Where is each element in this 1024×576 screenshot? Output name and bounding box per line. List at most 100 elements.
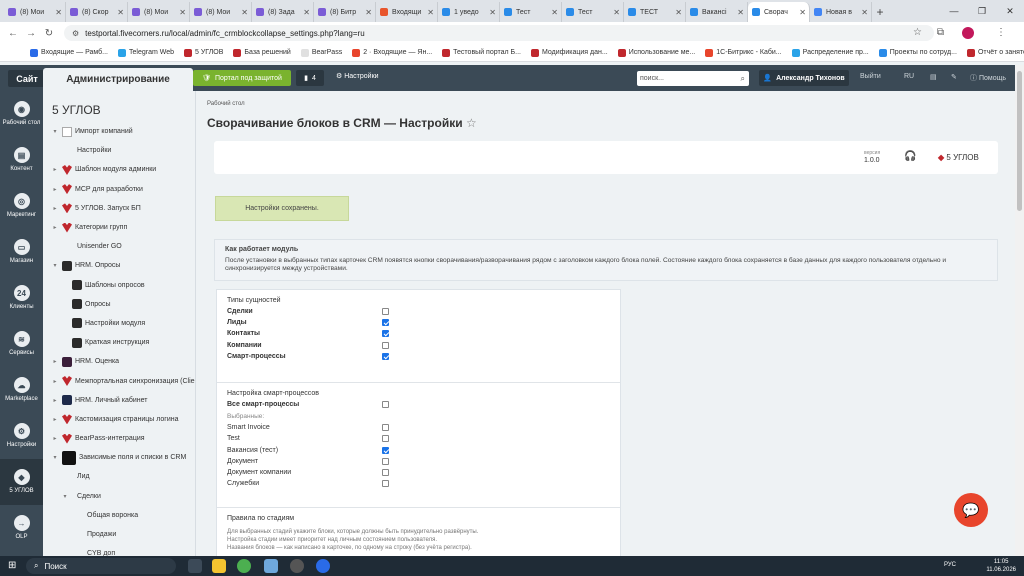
layout-icon[interactable]: ▤ [930,73,937,81]
url-input[interactable]: ⚙ testportal.fivecorners.ru/local/admin/… [64,25,934,41]
collapsed-arrow-icon[interactable]: ▸ [51,224,59,231]
browser-tab[interactable]: (8) Зада ✕ [252,2,314,22]
forward-icon[interactable]: → [22,28,40,39]
brand-link[interactable]: ◆ 5 УГЛОВ [938,153,979,162]
close-tab-icon[interactable]: ✕ [179,8,186,17]
collapsed-arrow-icon[interactable]: ▸ [51,397,59,404]
expanded-arrow-icon[interactable]: ▾ [51,454,59,461]
browser-menu-icon[interactable]: ⋮ [996,27,1006,38]
close-tab-icon[interactable]: ✕ [737,8,744,17]
tree-item[interactable]: ▾ Импорт компаний [43,122,195,141]
language-selector[interactable]: RU [904,73,914,80]
left-nav-item[interactable]: ≋ Сервисы [0,321,43,367]
extensions-icon[interactable]: ⧉ [937,27,944,38]
checkbox[interactable] [382,469,389,477]
help-link[interactable]: ⓘ Помощь [970,73,1006,83]
headset-icon[interactable]: 🎧 [904,151,916,162]
tree-item[interactable]: ▸ BearPass-интеграция [43,429,195,448]
browser-tab[interactable]: (8) Мои ✕ [4,2,66,22]
bookmark-item[interactable]: 5 УГЛОВ [184,48,223,57]
browser-tab[interactable]: Новая в ✕ [810,2,872,22]
task-view-icon[interactable] [188,559,202,573]
input-language[interactable]: РУС [944,562,956,568]
close-tab-icon[interactable]: ✕ [551,8,558,17]
tree-item[interactable]: Краткая инструкция [43,333,195,352]
browser-tab[interactable]: Тест ✕ [500,2,562,22]
left-nav-item[interactable]: 24 Клиенты [0,275,43,321]
bookmark-item[interactable]: База решений [233,48,291,57]
pin-icon[interactable]: ✎ [951,73,957,81]
tree-item[interactable]: ▸ Кастомизация страницы логина [43,410,195,429]
tree-item[interactable]: ▸ HRM. Личный кабинет [43,391,195,410]
left-nav-item[interactable]: ▭ Магазин [0,229,43,275]
minimize-icon[interactable]: — [940,0,968,22]
left-nav-item[interactable]: ◉ Рабочий стол [0,91,43,137]
browser-tab[interactable]: ТЕСТ ✕ [624,2,686,22]
search-icon[interactable]: ⌕ [741,74,745,84]
admin-search-input[interactable]: поиск... ⌕ [637,71,749,86]
bookmark-item[interactable]: Использование ме... [617,48,695,57]
checkbox[interactable] [382,435,389,443]
checkbox[interactable] [382,446,389,454]
checkbox[interactable] [382,341,389,349]
bookmark-item[interactable]: Тестовый портал Б... [442,48,521,57]
tree-item[interactable]: ▾ HRM. Опросы [43,256,195,275]
collapsed-arrow-icon[interactable]: ▸ [51,358,59,365]
close-tab-icon[interactable]: ✕ [427,8,434,17]
collapsed-arrow-icon[interactable]: ▸ [51,205,59,212]
left-nav-item[interactable]: ◆ 5 УГЛОВ [0,459,43,505]
checkbox[interactable] [382,319,389,327]
close-tab-icon[interactable]: ✕ [489,8,496,17]
tree-item[interactable]: ▸ HRM. Оценка [43,352,195,371]
bookmark-star-icon[interactable]: ☆ [913,27,922,38]
tree-item[interactable]: ▸ Шаблон модуля админки [43,160,195,179]
site-info-icon[interactable]: ⚙ [72,29,79,38]
browser-tab[interactable]: Вакансі ✕ [686,2,748,22]
browser-tab[interactable]: (8) Скор ✕ [66,2,128,22]
app-icon[interactable] [264,559,278,573]
chat-widget-icon[interactable]: 💬 [954,493,988,527]
smart-all-checkbox[interactable] [382,401,389,409]
tree-item[interactable]: Настройки модуля [43,314,195,333]
taskbar-search[interactable]: ⌕ Поиск [26,558,176,574]
expanded-arrow-icon[interactable]: ▾ [51,128,59,135]
bookmark-item[interactable]: 1С-Битрикс - Каби... [705,48,782,57]
tree-item[interactable]: Продажи [43,525,195,544]
expanded-arrow-icon[interactable]: ▾ [61,493,69,500]
browser-tab[interactable]: Тест ✕ [562,2,624,22]
tree-item[interactable]: ▸ MCP для разработки [43,180,195,199]
left-nav-item[interactable]: ▤ Контент [0,137,43,183]
checkbox[interactable] [382,308,389,316]
collapsed-arrow-icon[interactable]: ▸ [51,186,59,193]
page-scrollbar[interactable] [1015,65,1024,556]
bookmark-item[interactable]: Проекты по сотруд... [878,48,957,57]
bookmark-item[interactable]: Входящие — Рамб... [30,48,108,57]
tree-item[interactable]: Опросы [43,295,195,314]
close-tab-icon[interactable]: ✕ [861,8,868,17]
settings-link[interactable]: ⚙ Настройки [336,72,379,80]
browser-tab[interactable]: (8) Битр ✕ [314,2,376,22]
expanded-arrow-icon[interactable]: ▾ [51,262,59,269]
browser-tab[interactable]: Входящи ✕ [376,2,438,22]
left-nav-item[interactable]: → OLP [0,505,43,551]
checkbox[interactable] [382,330,389,338]
bookmark-item[interactable]: Отчёт о занятости... [966,48,1024,57]
site-button[interactable]: Сайт [8,70,46,87]
app-icon-2[interactable] [316,559,330,573]
tree-item[interactable]: Общая воронка [43,506,195,525]
tree-item[interactable]: ▸ 5 УГЛОВ. Запуск БП [43,199,195,218]
maximize-icon[interactable]: ❐ [968,0,996,22]
collapsed-arrow-icon[interactable]: ▸ [51,378,59,385]
tree-item[interactable]: ▾ Зависимые поля и списки в CRM [43,448,195,467]
left-nav-item[interactable]: ⚙ Настройки [0,413,43,459]
breadcrumb[interactable]: Рабочий стол [207,101,245,107]
collapsed-arrow-icon[interactable]: ▸ [51,166,59,173]
clock-app-icon[interactable] [290,559,304,573]
collapsed-arrow-icon[interactable]: ▸ [51,435,59,442]
bookmark-item[interactable]: 2 · Входящие — Ян... [352,48,432,57]
left-nav-item[interactable]: ◎ Маркетинг [0,183,43,229]
administration-tab[interactable]: Администрирование [43,68,193,91]
chrome-icon[interactable] [237,559,251,573]
reload-icon[interactable]: ↻ [40,28,58,39]
logout-link[interactable]: Выйти [860,73,881,80]
